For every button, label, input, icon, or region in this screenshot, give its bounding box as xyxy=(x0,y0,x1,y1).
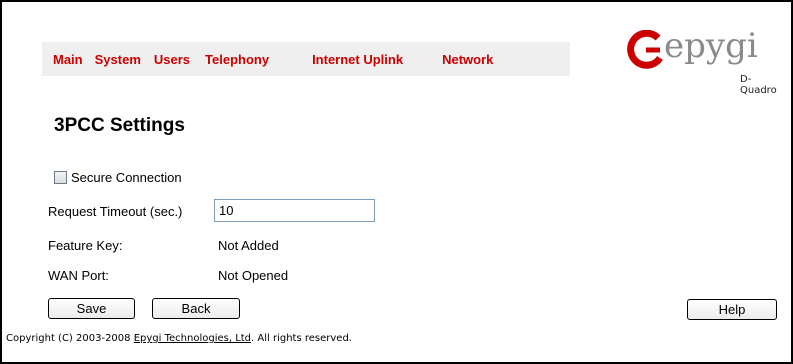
help-button[interactable]: Help xyxy=(687,299,777,320)
logo-model: D-Quadro xyxy=(740,74,777,96)
logo-wordmark: epygi xyxy=(664,26,758,66)
nav-item-internet-uplink[interactable]: Internet Uplink xyxy=(312,52,403,67)
nav-item-network[interactable]: Network xyxy=(442,52,493,67)
secure-connection-checkbox[interactable] xyxy=(54,171,67,184)
copyright-footer: Copyright (C) 2003-2008 Epygi Technologi… xyxy=(6,333,352,344)
secure-connection-label: Secure Connection xyxy=(71,170,182,185)
wan-port-value: Not Opened xyxy=(218,268,289,283)
request-timeout-label: Request Timeout (sec.) xyxy=(48,204,183,219)
save-button[interactable]: Save xyxy=(48,298,135,319)
back-button[interactable]: Back xyxy=(152,298,240,319)
nav-item-users[interactable]: Users xyxy=(154,52,190,67)
feature-key-value: Not Added xyxy=(218,238,279,253)
request-timeout-input[interactable] xyxy=(214,199,375,222)
nav-item-telephony[interactable]: Telephony xyxy=(205,52,269,67)
top-nav: Main System Users Telephony Internet Upl… xyxy=(42,42,570,76)
wan-port-label: WAN Port: xyxy=(48,268,109,283)
epygi-link[interactable]: Epygi Technologies, Ltd xyxy=(134,333,251,344)
epygi-swoosh-icon xyxy=(627,30,663,69)
footer-prefix: Copyright (C) 2003-2008 xyxy=(6,333,134,344)
page-title: 3PCC Settings xyxy=(54,115,185,136)
epygi-logo: epygi D-Quadro xyxy=(624,22,777,96)
feature-key-label: Feature Key: xyxy=(48,238,123,253)
nav-item-system[interactable]: System xyxy=(95,52,141,67)
nav-item-main[interactable]: Main xyxy=(53,52,83,67)
footer-suffix: . All rights reserved. xyxy=(251,333,352,344)
page-frame: Main System Users Telephony Internet Upl… xyxy=(0,0,793,364)
